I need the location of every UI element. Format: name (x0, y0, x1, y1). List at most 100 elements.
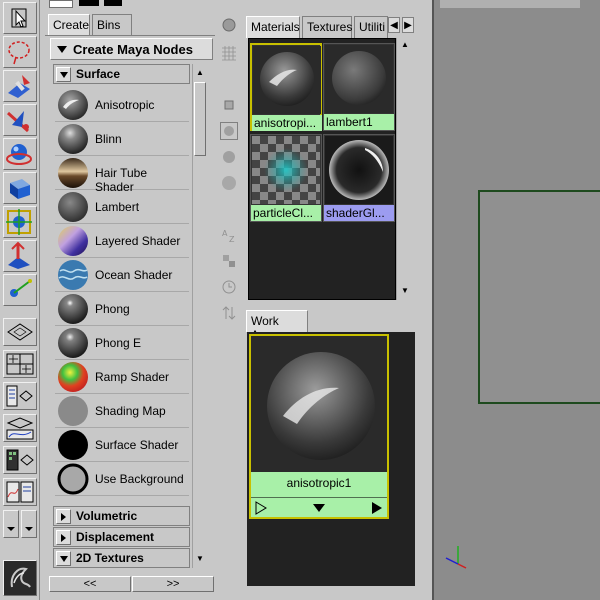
lasso-tool-icon[interactable] (3, 36, 37, 68)
node-item-label: Anisotropic (95, 98, 155, 112)
material-swatch-anisotropic[interactable]: anisotropi... (250, 43, 322, 131)
hypershade-side-toolbar: AZ (216, 14, 242, 600)
ocean-swatch-icon (57, 259, 89, 291)
node-item-layered-shader[interactable]: Layered Shader (55, 224, 189, 258)
tab-materials-label: Materials (251, 20, 300, 34)
material-swatch-particlecloud[interactable]: particleCl... (250, 134, 322, 222)
material-swatch-label: shaderGl... (324, 205, 394, 221)
materials-scrollbar[interactable]: ▲ ▼ (396, 38, 412, 300)
sort-by-time-icon[interactable] (220, 278, 238, 296)
layout-persp-graph-icon[interactable] (3, 414, 37, 442)
sort-by-name-icon[interactable]: AZ (220, 226, 238, 244)
show-manipulator-icon[interactable] (3, 274, 37, 306)
node-item-label: Ramp Shader (95, 370, 170, 384)
materials-grid: anisotropi... lambert1 particleCl... sha… (248, 38, 396, 300)
scroll-up-arrow-icon[interactable]: ▲ (398, 38, 412, 52)
plane-object[interactable] (478, 190, 600, 404)
tab-materials[interactable]: Materials (246, 16, 300, 38)
layout-graph-outliner-icon[interactable] (3, 478, 37, 506)
expand-toggle-icon[interactable] (56, 551, 71, 566)
toolbar-button-2[interactable] (79, 0, 99, 6)
scroll-down-arrow-icon[interactable]: ▼ (193, 552, 207, 566)
node-item-shading-map[interactable]: Shading Map (55, 394, 189, 428)
node-list-scrollbar[interactable]: ▲ ▼ (192, 64, 207, 568)
material-swatch-shaderglow[interactable]: shaderGl... (323, 134, 395, 222)
node-item-phong[interactable]: Phong (55, 292, 189, 326)
tab-utilities[interactable]: Utiliti (354, 16, 388, 38)
material-swatch-lambert1[interactable]: lambert1 (323, 43, 395, 131)
tab-bins[interactable]: Bins (92, 14, 132, 36)
node-item-ramp-shader[interactable]: Ramp Shader (55, 360, 189, 394)
node-item-label: Phong E (95, 336, 142, 350)
node-item-lambert[interactable]: Lambert (55, 190, 189, 224)
input-port-arrow-icon[interactable] (253, 500, 269, 516)
expand-toggle-icon[interactable] (56, 67, 71, 82)
grid-view-icon[interactable] (220, 44, 238, 62)
scroll-down-arrow-icon[interactable]: ▼ (398, 284, 412, 298)
tab-scroll-left-glyph: ◀ (390, 20, 398, 31)
node-item-label: Shading Map (95, 404, 166, 418)
tab-create[interactable]: Create (48, 14, 90, 36)
output-port-arrow-icon[interactable] (369, 500, 385, 516)
toolbar-button-3[interactable] (104, 0, 122, 6)
use-background-swatch-icon (57, 463, 89, 495)
node-item-ocean-shader[interactable]: Ocean Shader (55, 258, 189, 292)
material-swatch-label: anisotropi... (252, 115, 322, 131)
lambert-material-icon (325, 45, 393, 113)
work-area-canvas[interactable]: anisotropic1 (247, 332, 415, 586)
layout-menu-arrow-icon[interactable] (3, 510, 19, 538)
layout-single-pane-icon[interactable] (3, 318, 37, 346)
large-swatch-icon[interactable] (220, 148, 238, 166)
scale-tool-icon[interactable] (3, 172, 37, 204)
svg-text:Z: Z (229, 235, 235, 244)
node-item-anisotropic[interactable]: Anisotropic (55, 88, 189, 122)
select-tool-icon[interactable] (3, 2, 37, 34)
node-item-blinn[interactable]: Blinn (55, 122, 189, 156)
ramp-swatch-icon (57, 361, 89, 393)
medium-swatch-icon[interactable] (220, 122, 238, 140)
node-item-surface-shader[interactable]: Surface Shader (55, 428, 189, 462)
create-maya-nodes-header[interactable]: Create Maya Nodes (50, 38, 213, 60)
sort-by-type-icon[interactable] (220, 252, 238, 270)
rotate-tool-icon[interactable] (3, 138, 37, 170)
section-displacement[interactable]: Displacement (53, 527, 190, 547)
collapse-arrow-icon (57, 46, 67, 53)
tab-scroll-right-icon[interactable]: ▶ (402, 17, 414, 33)
page-prev-button[interactable]: << (49, 576, 131, 592)
section-2d-textures[interactable]: 2D Textures (53, 548, 190, 568)
expand-toggle-icon[interactable] (56, 530, 71, 545)
tab-textures[interactable]: Textures (302, 16, 352, 38)
layout-menu-arrow-icon-2[interactable] (21, 510, 37, 538)
expand-toggle-icon[interactable] (56, 509, 71, 524)
move-tool-icon[interactable] (3, 104, 37, 136)
lambert-swatch-icon (57, 191, 89, 223)
node-item-use-background[interactable]: Use Background (55, 462, 189, 496)
phonge-swatch-icon (57, 327, 89, 359)
axis-indicator-icon (445, 546, 467, 569)
soft-modify-tool-icon[interactable] (3, 240, 37, 272)
toolbar-button-1[interactable] (49, 0, 73, 8)
perspective-viewport[interactable] (432, 0, 600, 600)
tab-bins-label: Bins (97, 18, 121, 32)
sphere-swatch-icon[interactable] (220, 16, 238, 34)
layout-outliner-persp-icon[interactable] (3, 382, 37, 410)
layout-hypershade-persp-icon[interactable] (3, 446, 37, 474)
paint-select-tool-icon[interactable] (3, 70, 37, 102)
section-surface[interactable]: Surface (53, 64, 190, 84)
shader-node-anisotropic1[interactable]: anisotropic1 (249, 334, 389, 519)
scroll-thumb[interactable] (194, 82, 206, 156)
small-swatch-icon[interactable] (220, 96, 238, 114)
layout-four-pane-icon[interactable] (3, 350, 37, 378)
scroll-up-arrow-icon[interactable]: ▲ (193, 66, 207, 80)
tab-scroll-left-icon[interactable]: ◀ (388, 17, 400, 33)
node-item-hair-tube-shader[interactable]: Hair Tube Shader (55, 156, 189, 194)
page-next-button[interactable]: >> (132, 576, 214, 592)
tab-work-area[interactable]: Work Area (246, 310, 308, 342)
universal-manipulator-icon[interactable] (3, 206, 37, 238)
section-volumetric[interactable]: Volumetric (53, 506, 190, 526)
node-item-phong-e[interactable]: Phong E (55, 326, 189, 360)
expand-ports-arrow-icon[interactable] (311, 500, 327, 516)
xlarge-swatch-icon[interactable] (220, 174, 238, 192)
anisotropic-preview-icon (251, 336, 387, 472)
sort-reverse-icon[interactable] (220, 304, 238, 322)
